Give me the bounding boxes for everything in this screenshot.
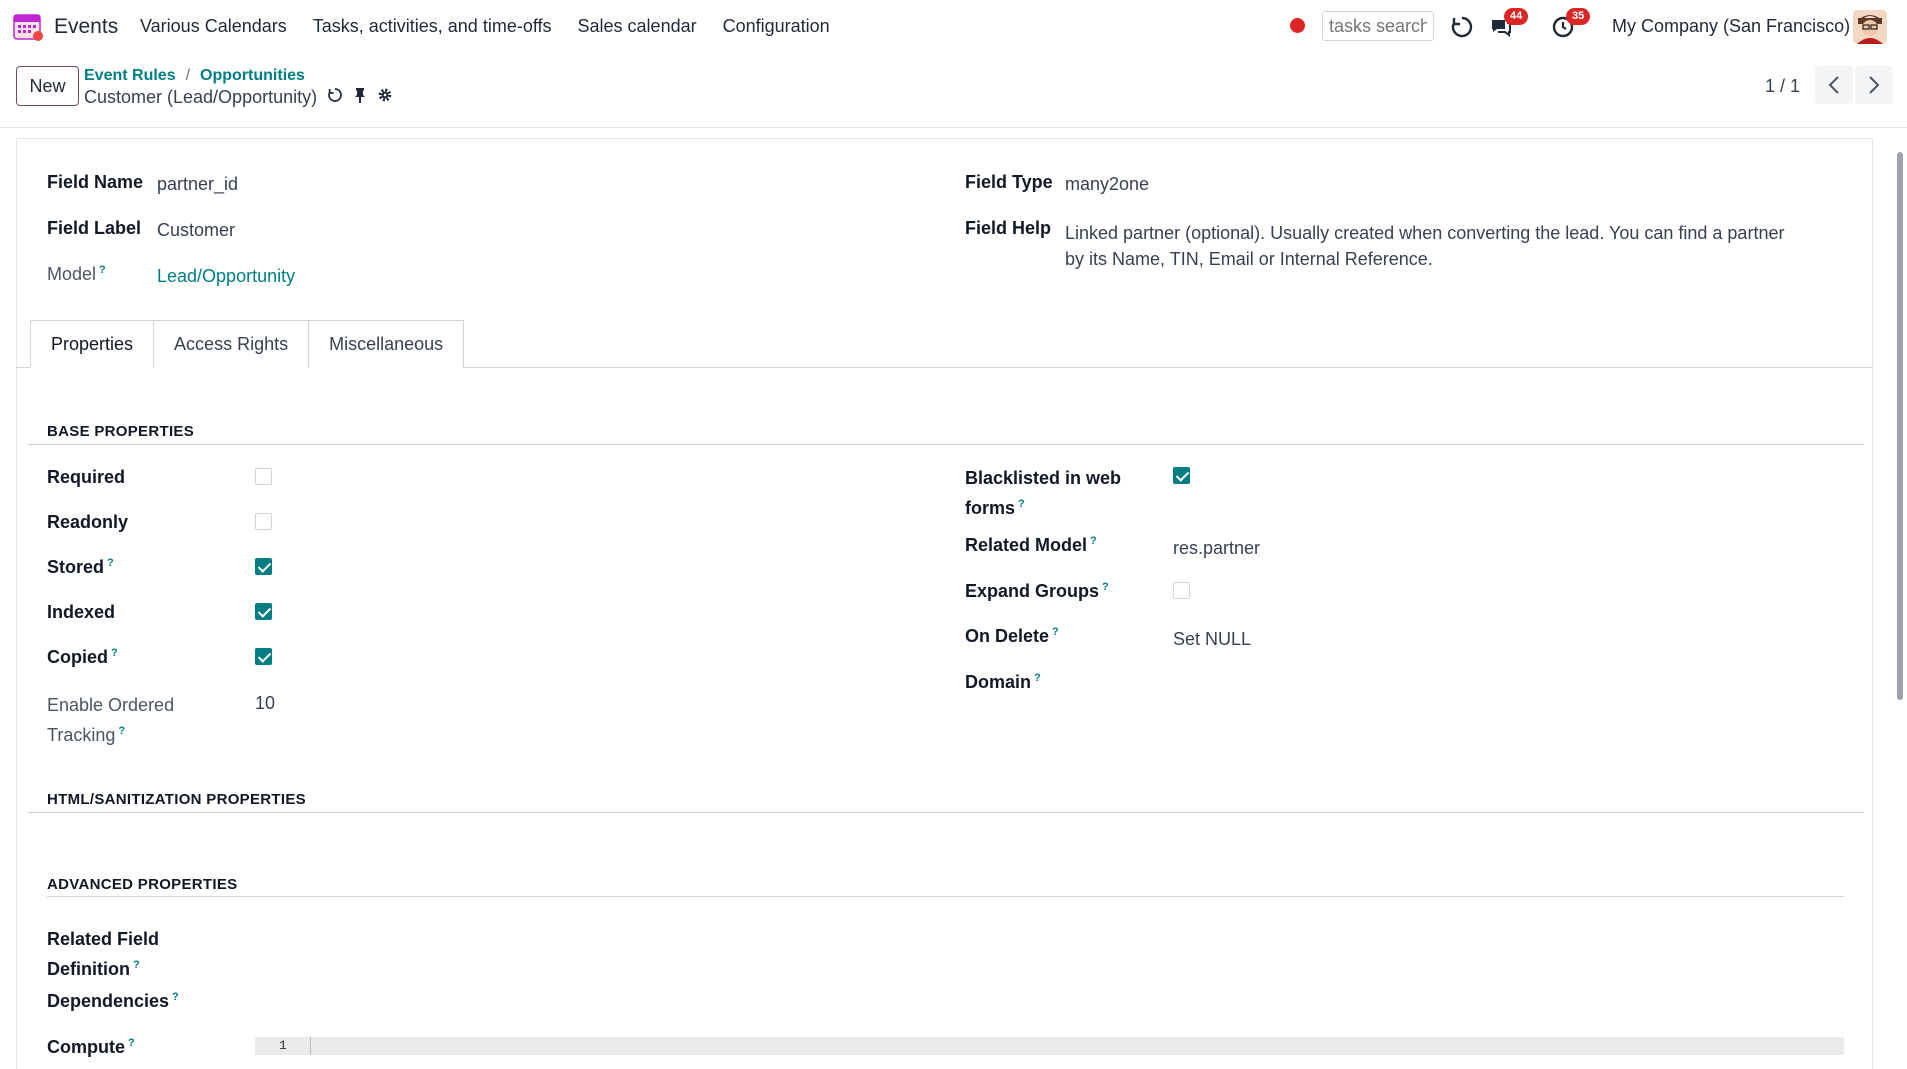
stored-label: Stored? — [47, 557, 114, 577]
calendar-app-icon[interactable] — [12, 10, 44, 42]
model-link[interactable]: Lead/Opportunity — [157, 266, 295, 287]
menu-configuration[interactable]: Configuration — [723, 16, 830, 37]
field-name-value[interactable]: partner_id — [157, 174, 238, 195]
control-panel: New Event Rules / Opportunities Customer… — [0, 54, 1907, 128]
copied-checkbox[interactable] — [255, 648, 272, 665]
copied-label: Copied? — [47, 647, 118, 667]
related-field-label: Related Field Definition? — [47, 929, 160, 979]
domain-label: Domain? — [965, 672, 1041, 692]
required-label: Required — [47, 467, 126, 487]
indexed-checkbox[interactable] — [255, 603, 272, 620]
section-divider — [47, 896, 1844, 897]
notebook-tabs: Properties Access Rights Miscellaneous — [30, 320, 465, 368]
pager-previous-button[interactable] — [1815, 66, 1853, 104]
code-gutter — [310, 1037, 311, 1055]
app-name[interactable]: Events — [54, 15, 118, 39]
breadcrumb-separator: / — [185, 67, 191, 84]
related-model-label: Related Model? — [965, 535, 1097, 555]
pin-icon[interactable] — [353, 87, 367, 108]
refresh-icon[interactable] — [327, 87, 343, 108]
company-switcher[interactable]: My Company (San Francisco) — [1612, 16, 1850, 37]
pager-value[interactable]: 1 / 1 — [1765, 76, 1800, 97]
on-delete-value[interactable]: Set NULL — [1173, 629, 1251, 650]
dependencies-label: Dependencies? — [47, 991, 179, 1011]
tasks-search-input[interactable] — [1322, 11, 1434, 41]
tab-miscellaneous[interactable]: Miscellaneous — [308, 320, 465, 368]
record-title: Customer (Lead/Opportunity) — [84, 87, 318, 107]
chat-icon[interactable]: 44 — [1486, 8, 1529, 42]
section-divider — [28, 812, 1864, 813]
user-avatar[interactable] — [1853, 10, 1887, 44]
clock-icon[interactable]: 35 — [1548, 8, 1591, 42]
required-checkbox[interactable] — [255, 468, 272, 485]
pager-next-button[interactable] — [1855, 66, 1893, 104]
blacklisted-label: Blacklisted in web forms? — [965, 468, 1122, 518]
breadcrumb: Event Rules / Opportunities — [84, 67, 305, 85]
field-type-value[interactable]: many2one — [1065, 174, 1149, 195]
readonly-label: Readonly — [47, 512, 129, 532]
field-label-value[interactable]: Customer — [157, 220, 235, 241]
expand-groups-label: Expand Groups? — [965, 581, 1109, 601]
scrollbar-thumb[interactable] — [1897, 152, 1903, 700]
field-label-label: Field Label — [47, 218, 142, 238]
section-base-properties: BASE PROPERTIES — [47, 423, 195, 440]
section-advanced-properties: ADVANCED PROPERTIES — [47, 876, 238, 893]
breadcrumb-opportunities[interactable]: Opportunities — [200, 67, 305, 85]
menu-sales-calendar[interactable]: Sales calendar — [578, 16, 697, 37]
tab-access-rights[interactable]: Access Rights — [153, 320, 310, 368]
blacklisted-checkbox[interactable] — [1173, 467, 1190, 484]
ordered-tracking-value[interactable]: 10 — [255, 693, 275, 714]
scrollbar[interactable] — [1895, 132, 1905, 1069]
record-dot-icon[interactable] — [1290, 18, 1305, 33]
activities-badge: 35 — [1566, 8, 1591, 25]
messages-badge: 44 — [1504, 8, 1529, 25]
menu-tasks-activities[interactable]: Tasks, activities, and time-offs — [313, 16, 552, 37]
refresh-icon[interactable] — [1447, 12, 1477, 42]
top-navbar: Events Various Calendars Tasks, activiti… — [0, 0, 1907, 54]
compute-code-editor[interactable]: 1 — [255, 1037, 1844, 1055]
on-delete-label: On Delete? — [965, 626, 1059, 646]
code-line-number: 1 — [279, 1038, 287, 1053]
stored-checkbox[interactable] — [255, 558, 272, 575]
readonly-checkbox[interactable] — [255, 513, 272, 530]
field-name-label: Field Name — [47, 172, 144, 192]
new-button[interactable]: New — [16, 66, 79, 106]
section-html-sanitization: HTML/SANITIZATION PROPERTIES — [47, 791, 306, 808]
field-help-label: Field Help — [965, 218, 1052, 238]
expand-groups-checkbox[interactable] — [1173, 582, 1190, 599]
section-divider — [28, 444, 1864, 445]
menu-various-calendars[interactable]: Various Calendars — [140, 16, 287, 37]
model-label: Model? — [47, 264, 106, 284]
main-menu: Various Calendars Tasks, activities, and… — [140, 16, 856, 37]
chevron-left-icon — [1828, 76, 1839, 94]
gear-icon[interactable] — [377, 87, 393, 108]
tab-properties[interactable]: Properties — [30, 320, 155, 368]
breadcrumb-event-rules[interactable]: Event Rules — [84, 67, 176, 85]
chevron-right-icon — [1869, 76, 1880, 94]
ordered-tracking-label: Enable Ordered Tracking? — [47, 695, 175, 745]
field-type-label: Field Type — [965, 172, 1053, 192]
compute-label: Compute? — [47, 1037, 135, 1057]
related-model-value[interactable]: res.partner — [1173, 538, 1260, 559]
record-title-row: Customer (Lead/Opportunity) — [84, 87, 393, 108]
indexed-label: Indexed — [47, 602, 116, 622]
field-help-value[interactable]: Linked partner (optional). Usually creat… — [1065, 220, 1800, 272]
